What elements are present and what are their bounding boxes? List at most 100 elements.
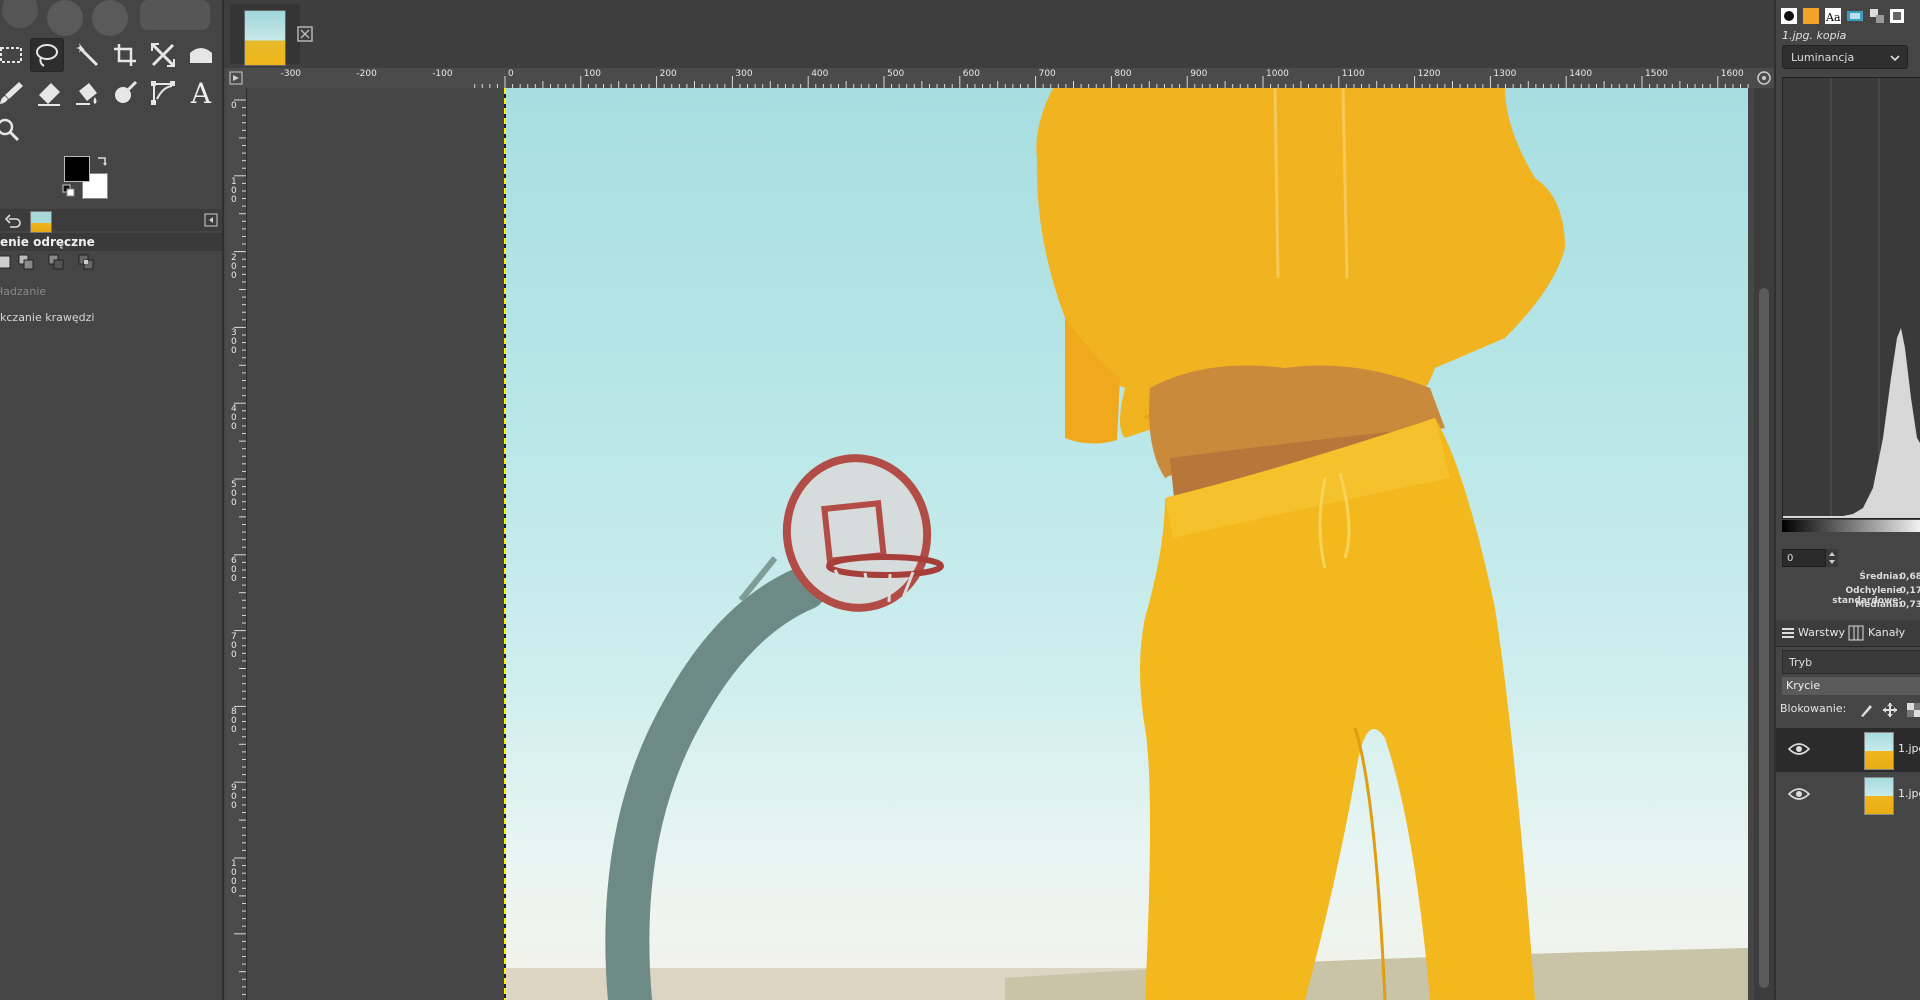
- gradients-tab-icon[interactable]: [1802, 7, 1820, 25]
- ruler-label: 400: [811, 69, 829, 79]
- layer-thumbnail: [1864, 732, 1894, 770]
- ruler-label: 1600: [1720, 69, 1744, 79]
- unified-transform-tool[interactable]: [146, 38, 180, 72]
- spinner-arrows-icon: [1829, 552, 1835, 564]
- histogram-gradient: [1782, 520, 1920, 532]
- free-select-tool[interactable]: [30, 38, 64, 72]
- paths-icon: [151, 81, 175, 105]
- mode-add-icon[interactable]: [18, 254, 34, 270]
- lock-pixels-icon[interactable]: [1858, 702, 1874, 718]
- ruler-label: 100: [231, 176, 237, 205]
- ruler-label: 300: [735, 69, 753, 79]
- ruler-label: 200: [659, 69, 677, 79]
- ruler-label: 1400: [1569, 69, 1593, 79]
- photo-content: [505, 88, 1748, 1000]
- configure-tab-icon[interactable]: [204, 213, 218, 227]
- ruler-label: 200: [231, 252, 237, 281]
- ruler-label: 1000: [231, 859, 237, 896]
- layer-thumbnail: [1864, 777, 1894, 815]
- paintbrush-tool[interactable]: [0, 76, 28, 110]
- layers-tabs: Warstwy Kanały: [1776, 620, 1920, 647]
- undo-history-icon[interactable]: [4, 212, 22, 230]
- dock-tabs-bar: [0, 209, 222, 233]
- image-tabs-bar: [224, 0, 1774, 68]
- tab-channels[interactable]: Kanały: [1868, 626, 1905, 639]
- channels-tab-icon[interactable]: [1868, 7, 1886, 25]
- ruler-label: 0: [231, 101, 237, 111]
- lock-alpha-icon[interactable]: [1906, 702, 1920, 718]
- close-icon[interactable]: [296, 25, 314, 43]
- histogram-graph[interactable]: [1782, 77, 1920, 519]
- ruler-label: 0: [508, 69, 514, 79]
- mode-intersect-icon[interactable]: [78, 254, 94, 270]
- layer-row[interactable]: 1.jpg: [1776, 773, 1920, 817]
- channel-select[interactable]: Luminancja: [1782, 45, 1908, 69]
- eye-icon[interactable]: [1788, 742, 1810, 756]
- fuzzy-select-tool[interactable]: [70, 38, 104, 72]
- lock-position-icon[interactable]: [1882, 702, 1898, 718]
- crop-tool[interactable]: [108, 38, 142, 72]
- mode-subtract-icon[interactable]: [48, 254, 64, 270]
- warp-transform-tool[interactable]: [184, 38, 218, 72]
- feather-edges-option[interactable]: kczanie krawędzi: [0, 311, 94, 324]
- ruler-label: 600: [962, 69, 980, 79]
- vertical-ruler[interactable]: 0 100 200 300 400 500 600 700 800 900 1000: [226, 88, 247, 1000]
- layer-name: 1.jpg: [1898, 787, 1920, 800]
- range-start-input[interactable]: 0: [1782, 549, 1826, 567]
- ruler-label: 1300: [1493, 69, 1517, 79]
- tab-layers[interactable]: Warstwy: [1798, 626, 1845, 639]
- toolbox: A enie odręczne ładzanie kczanie krawędz…: [0, 0, 224, 1000]
- brushes-tab-icon[interactable]: [1780, 7, 1798, 25]
- layer-row[interactable]: 1.jpg. kopia: [1776, 728, 1920, 772]
- ruler-label: 800: [1114, 69, 1132, 79]
- crop-icon: [114, 44, 136, 66]
- zoom-icon: [0, 118, 20, 142]
- mode-replace-icon[interactable]: [0, 254, 12, 270]
- free-select-icon: [36, 44, 58, 67]
- warp-transform-icon: [190, 48, 212, 63]
- channel-select-value: Luminancja: [1791, 51, 1855, 64]
- smudge-tool[interactable]: [108, 76, 142, 110]
- navigate-corner[interactable]: [1754, 68, 1774, 88]
- range-spinner[interactable]: [1826, 549, 1838, 567]
- paintbrush-icon: [0, 82, 23, 104]
- histogram-layer-name: 1.jpg. kopia: [1782, 29, 1847, 42]
- ruler-label: 1000: [1266, 69, 1289, 79]
- reset-colors-icon[interactable]: [62, 184, 76, 198]
- swap-colors-icon[interactable]: [96, 155, 110, 169]
- ruler-label: 900: [1190, 69, 1208, 79]
- ruler-corner[interactable]: [226, 68, 246, 88]
- fonts-tab-icon[interactable]: Aa: [1824, 7, 1842, 25]
- antialiasing-option[interactable]: ładzanie: [0, 285, 46, 298]
- scrollbar-thumb[interactable]: [1759, 288, 1769, 988]
- layer-mode-select[interactable]: Tryb: [1782, 650, 1920, 674]
- fuzzy-select-icon: [76, 43, 99, 67]
- bucket-fill-tool[interactable]: [70, 76, 104, 110]
- ruler-label: 800: [231, 707, 237, 736]
- images-tab-thumbnail[interactable]: [30, 211, 52, 233]
- horizontal-ruler[interactable]: -300 -200 -100 0 100 200 300 400 500 600 700 800 900…: [246, 68, 1754, 89]
- ruler-label: 1200: [1417, 69, 1441, 79]
- ruler-label: 900: [231, 783, 237, 812]
- paths-tool[interactable]: [146, 76, 180, 110]
- rect-select-tool[interactable]: [0, 38, 28, 72]
- ruler-label: 700: [1038, 69, 1056, 79]
- ruler-label: 1500: [1645, 69, 1668, 79]
- ruler-label: 100: [583, 69, 601, 79]
- image-canvas[interactable]: [505, 88, 1748, 1000]
- eye-icon[interactable]: [1788, 787, 1810, 801]
- eraser-tool[interactable]: [32, 76, 66, 110]
- zoom-tool[interactable]: [0, 114, 26, 148]
- opacity-slider[interactable]: Krycie: [1782, 677, 1920, 695]
- patterns-tab-icon[interactable]: [1846, 7, 1864, 25]
- chevron-down-icon: [1890, 55, 1900, 62]
- text-tool-icon: A: [190, 76, 212, 110]
- ruler-label: -200: [356, 69, 377, 79]
- vertical-scrollbar[interactable]: [1754, 88, 1774, 1000]
- image-tab[interactable]: [230, 4, 300, 66]
- text-tool[interactable]: A: [184, 76, 218, 110]
- ruler-label: 500: [231, 480, 237, 508]
- layers-mini-tab-icon[interactable]: [1888, 7, 1906, 25]
- histogram-curve: [1783, 78, 1920, 518]
- foreground-color-swatch[interactable]: [64, 156, 90, 182]
